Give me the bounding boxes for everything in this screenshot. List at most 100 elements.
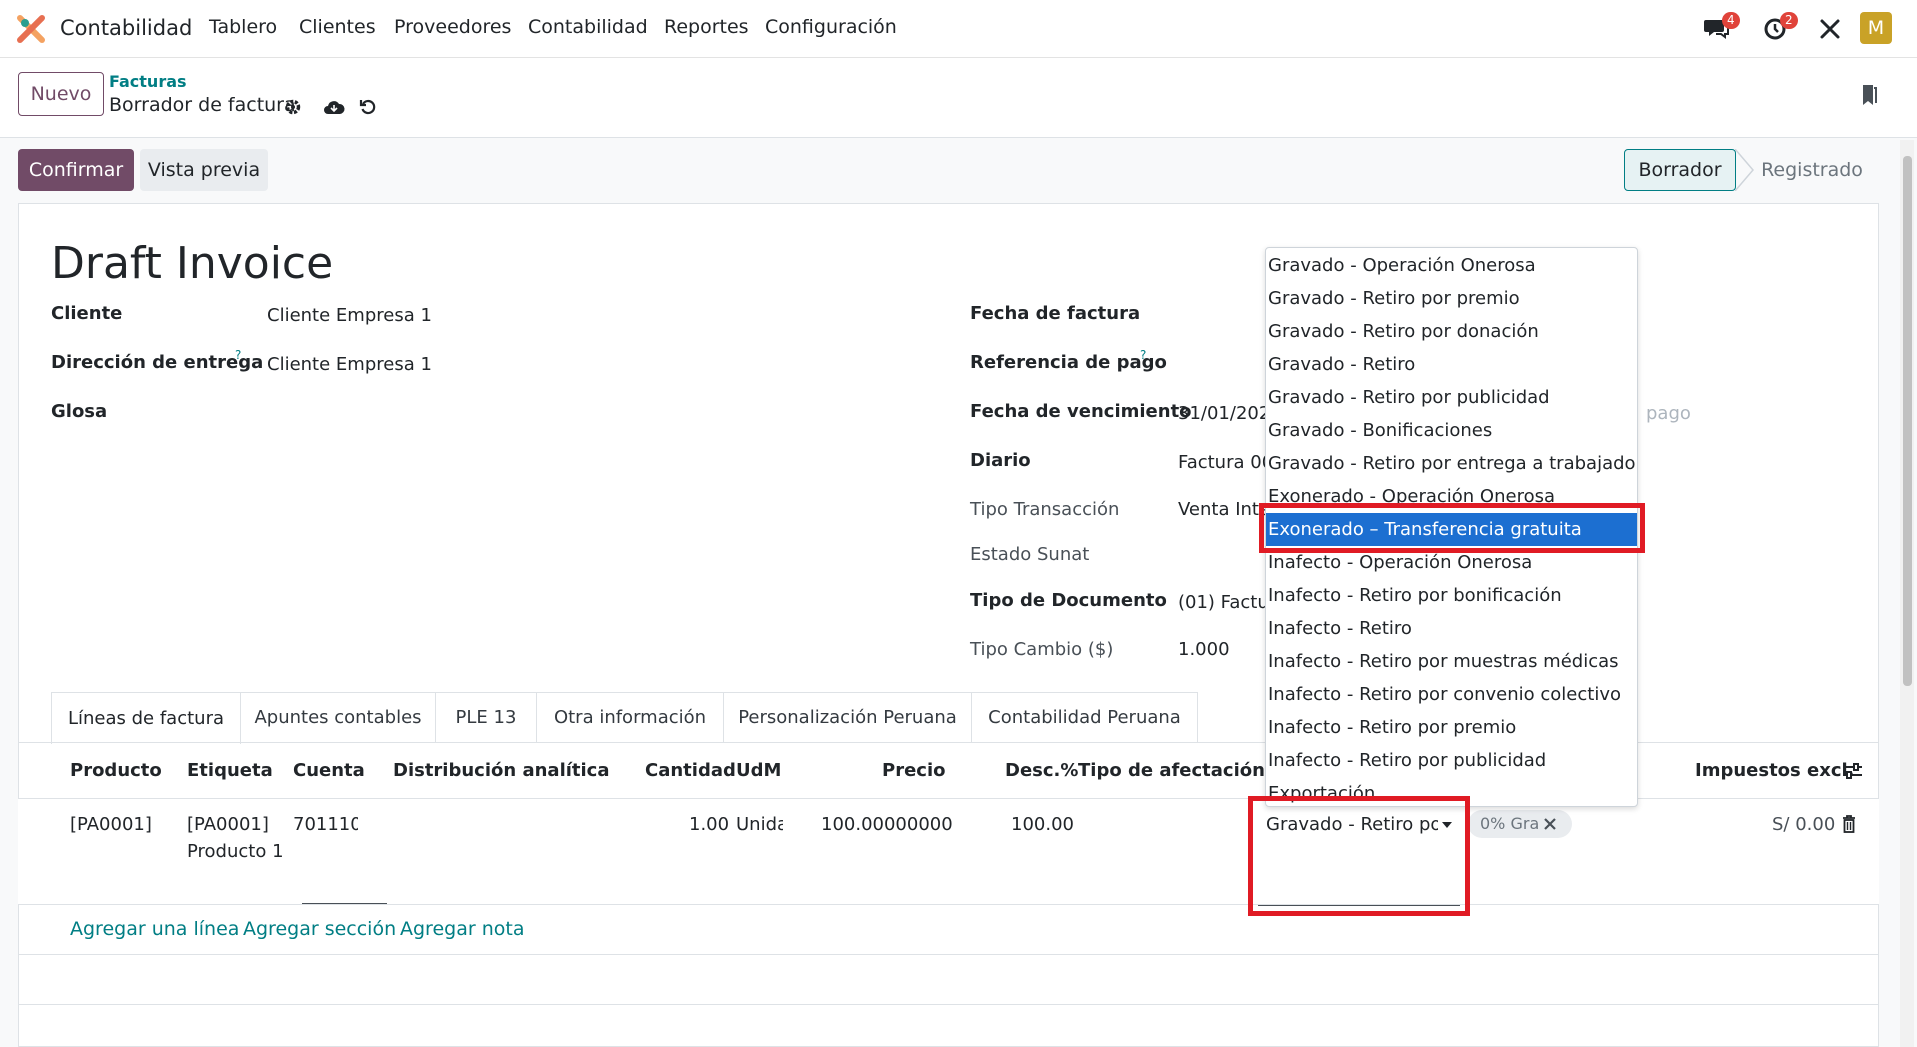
dropdown-option[interactable]: Gravado - Retiro por publicidad xyxy=(1266,381,1637,414)
dropdown-option[interactable]: Gravado - Operación Onerosa xyxy=(1266,249,1637,282)
glosa-label: Glosa xyxy=(51,401,108,422)
direccion-field[interactable]: Cliente Empresa 1 xyxy=(267,354,432,375)
dropdown-option[interactable]: Gravado - Retiro xyxy=(1266,348,1637,381)
row-cuenta[interactable]: 7011101 xyxy=(293,814,358,835)
col-cantidad[interactable]: Cantidad xyxy=(645,760,736,781)
page-scrollbar[interactable] xyxy=(1900,140,1914,1047)
top-navbar: Contabilidad Tablero Clientes Proveedore… xyxy=(0,0,1917,58)
row-etiqueta-1[interactable]: [PA0001] xyxy=(187,814,269,835)
col-tipo-afectacion[interactable]: Tipo de afectación xyxy=(1078,760,1265,781)
invoice-title: Draft Invoice xyxy=(51,238,334,289)
gear-icon[interactable] xyxy=(282,96,304,118)
tax-tag-label: 0% Gra xyxy=(1480,814,1540,833)
tab-lineas-factura[interactable]: Líneas de factura xyxy=(51,692,241,744)
cloud-save-icon[interactable] xyxy=(322,96,346,118)
col-precio[interactable]: Precio xyxy=(882,760,945,781)
tab-contabilidad-peruana[interactable]: Contabilidad Peruana xyxy=(971,692,1198,742)
dropdown-option[interactable]: Inafecto - Retiro por premio xyxy=(1266,711,1637,744)
menu-configuracion[interactable]: Configuración xyxy=(765,16,897,38)
dropdown-option[interactable]: Gravado - Retiro por donación xyxy=(1266,315,1637,348)
confirm-button[interactable]: Confirmar xyxy=(18,149,134,191)
breadcrumb-current: Borrador de factura xyxy=(109,94,296,116)
tipo-cambio-label: Tipo Cambio ($) xyxy=(970,639,1114,660)
direccion-label: Dirección de entrega xyxy=(51,352,264,373)
row-desc[interactable]: 100.00 xyxy=(1011,814,1074,835)
app-logo-icon[interactable] xyxy=(16,14,46,44)
highlight-box-select-field xyxy=(1248,796,1470,916)
trash-icon[interactable] xyxy=(1838,813,1860,835)
add-line-link[interactable]: Agregar una línea xyxy=(70,918,239,940)
menu-contabilidad[interactable]: Contabilidad xyxy=(528,16,648,38)
row-subtotal: S/ 0.00 xyxy=(1772,814,1836,835)
tipo-documento-label: Tipo de Documento xyxy=(970,590,1167,611)
menu-tablero[interactable]: Tablero xyxy=(209,16,277,38)
preview-button[interactable]: Vista previa xyxy=(140,149,268,191)
discard-undo-icon[interactable] xyxy=(357,96,379,118)
tools-icon[interactable] xyxy=(1815,14,1845,44)
diario-field[interactable]: Factura 00 xyxy=(1178,452,1265,473)
menu-clientes[interactable]: Clientes xyxy=(299,16,376,38)
tab-apuntes-contables[interactable]: Apuntes contables xyxy=(240,692,436,742)
dropdown-option[interactable]: Gravado - Retiro por premio xyxy=(1266,282,1637,315)
column-settings-icon[interactable] xyxy=(1842,760,1864,782)
status-draft[interactable]: Borrador xyxy=(1624,149,1736,191)
col-producto[interactable]: Producto xyxy=(70,760,162,781)
tipo-transaccion-field[interactable]: Venta Inte xyxy=(1178,499,1265,520)
dropdown-option[interactable]: Gravado - Retiro por entrega a trabajado… xyxy=(1266,447,1637,480)
user-avatar[interactable]: M xyxy=(1860,12,1892,44)
referencia-pago-label: Referencia de pago xyxy=(970,352,1167,373)
dropdown-option[interactable]: Gravado - Bonificaciones xyxy=(1266,414,1637,447)
tab-personalizacion-peruana[interactable]: Personalización Peruana xyxy=(723,692,972,742)
dropdown-option[interactable]: Inafecto - Retiro xyxy=(1266,612,1637,645)
fecha-factura-label: Fecha de factura xyxy=(970,303,1141,324)
tab-ple-13[interactable]: PLE 13 xyxy=(435,692,537,742)
add-note-link[interactable]: Agregar nota xyxy=(400,918,524,940)
activity-badge: 2 xyxy=(1780,12,1798,29)
app-name[interactable]: Contabilidad xyxy=(60,16,192,40)
col-udm[interactable]: UdM xyxy=(736,760,781,781)
dropdown-option[interactable]: Inafecto - Retiro por publicidad xyxy=(1266,744,1637,777)
referencia-help-icon[interactable]: ? xyxy=(1140,348,1146,362)
col-impuestos[interactable]: Impuestos excl. xyxy=(1695,760,1855,781)
row-divider xyxy=(18,904,1879,905)
control-panel: Nuevo Facturas Borrador de factura xyxy=(0,58,1917,138)
tipo-transaccion-label: Tipo Transacción xyxy=(970,499,1120,520)
dropdown-option[interactable]: Inafecto - Retiro por convenio colectivo xyxy=(1266,678,1637,711)
status-posted[interactable]: Registrado xyxy=(1752,149,1872,191)
col-cuenta[interactable]: Cuenta xyxy=(293,760,365,781)
menu-reportes[interactable]: Reportes xyxy=(664,16,749,38)
row-producto[interactable]: [PA0001] I xyxy=(70,814,155,835)
chat-badge: 4 xyxy=(1722,12,1740,29)
tax-tag[interactable]: 0% Gra xyxy=(1468,810,1572,838)
new-button[interactable]: Nuevo xyxy=(18,72,104,116)
row-udm[interactable]: Unida xyxy=(736,814,783,835)
direccion-help-icon[interactable]: ? xyxy=(235,348,241,362)
tab-otra-informacion[interactable]: Otra información xyxy=(536,692,724,742)
dropdown-option[interactable]: Inafecto - Retiro por bonificación xyxy=(1266,579,1637,612)
estado-sunat-label: Estado Sunat xyxy=(970,544,1090,565)
add-section-link[interactable]: Agregar sección xyxy=(243,918,396,940)
tipo-cambio-field[interactable]: 1.000 xyxy=(1178,639,1230,660)
col-desc[interactable]: Desc.% xyxy=(1005,760,1078,781)
col-distribucion[interactable]: Distribución analítica xyxy=(393,760,610,781)
menu-proveedores[interactable]: Proveedores xyxy=(394,16,511,38)
row-cantidad[interactable]: 1.00 xyxy=(689,814,729,835)
tag-remove-icon[interactable] xyxy=(1542,816,1558,832)
vencimiento-extra: pago xyxy=(1646,403,1691,424)
links-divider xyxy=(18,954,1879,955)
scrollbar-thumb[interactable] xyxy=(1903,156,1912,686)
bookmark-icon[interactable] xyxy=(1858,82,1880,108)
breadcrumb-parent[interactable]: Facturas xyxy=(109,72,187,91)
vencimiento-field[interactable]: 31/01/2025 xyxy=(1178,403,1265,424)
highlight-box-selected-option xyxy=(1259,503,1645,553)
diario-label: Diario xyxy=(970,450,1031,471)
bottom-divider xyxy=(18,1004,1879,1005)
row-etiqueta-2[interactable]: Producto 1 xyxy=(187,841,284,862)
avatar-letter: M xyxy=(1867,17,1885,39)
cliente-field[interactable]: Cliente Empresa 1 xyxy=(267,305,432,326)
row-precio[interactable]: 100.00000000 xyxy=(821,814,953,835)
col-etiqueta[interactable]: Etiqueta xyxy=(187,760,273,781)
cliente-label: Cliente xyxy=(51,303,123,324)
dropdown-option[interactable]: Inafecto - Retiro por muestras médicas xyxy=(1266,645,1637,678)
tipo-documento-field[interactable]: (01) Factur xyxy=(1178,592,1265,613)
